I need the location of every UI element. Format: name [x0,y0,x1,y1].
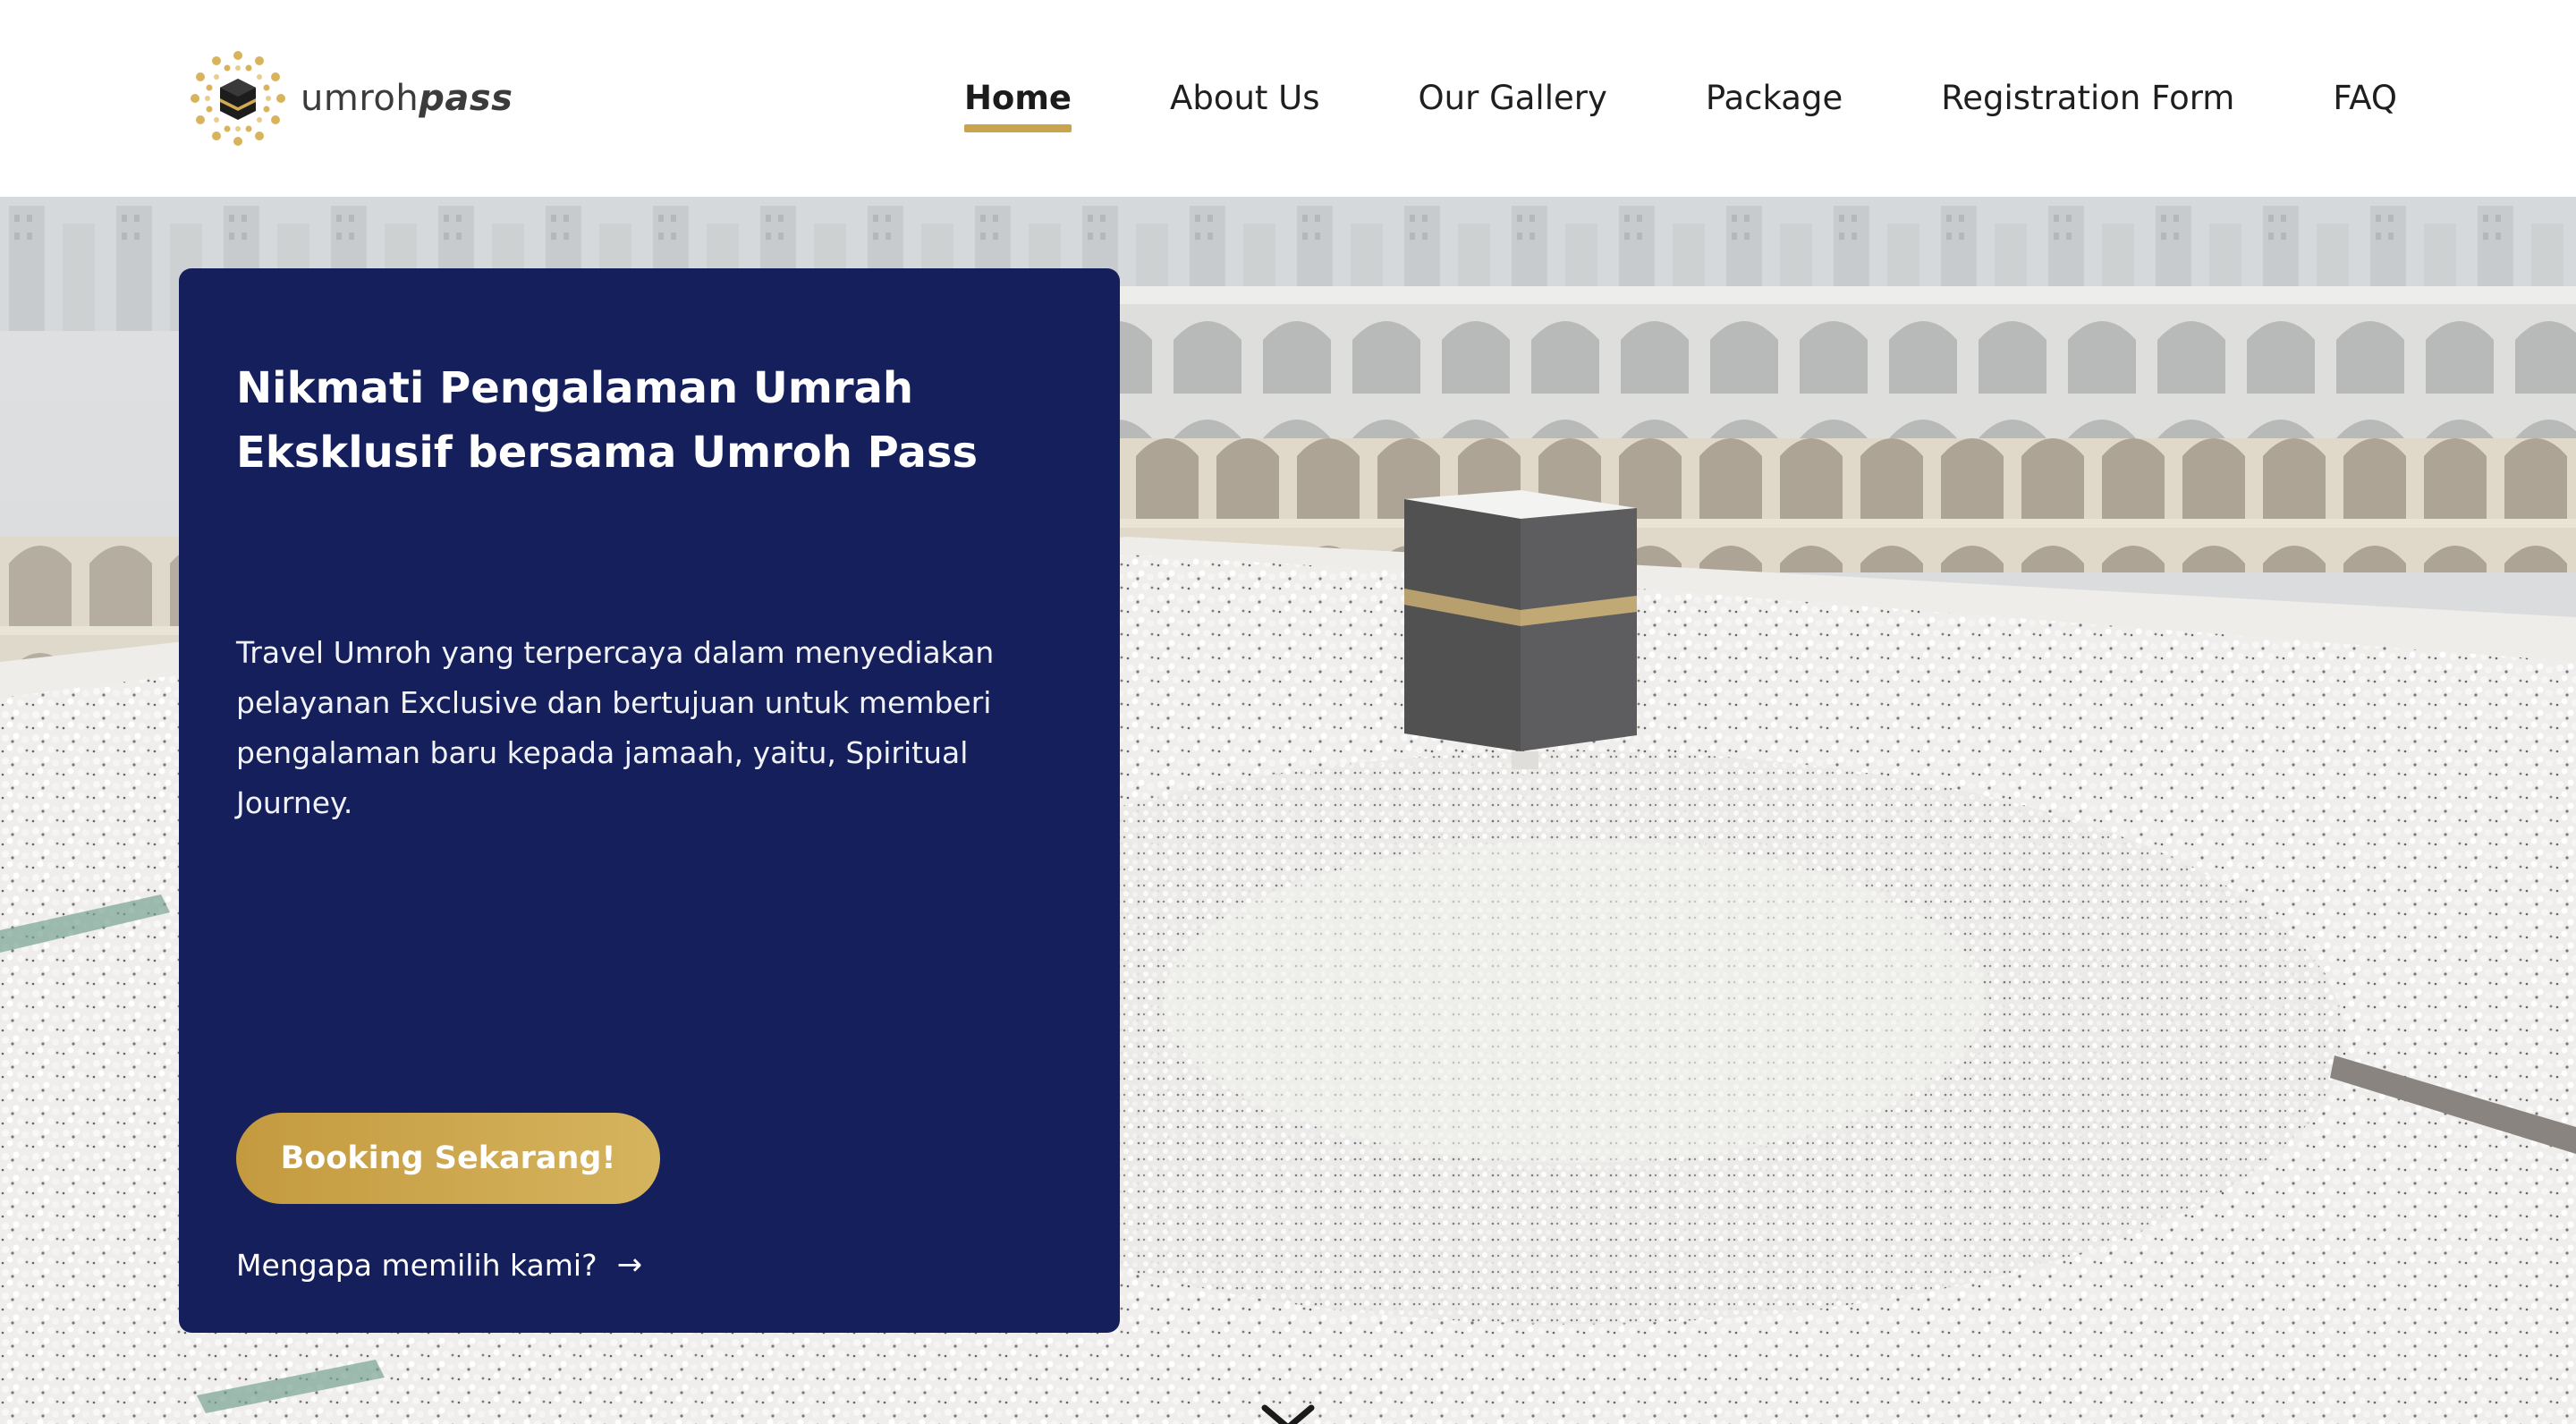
brand-wordmark-regular: umroh [301,78,419,119]
nav-our-gallery[interactable]: Our Gallery [1419,70,1607,127]
why-choose-us-label: Mengapa memilih kami? [236,1247,597,1283]
brand-wordmark: umrohpass [301,78,513,119]
why-choose-us-link[interactable]: Mengapa memilih kami? → [236,1240,642,1290]
nav-home[interactable]: Home [963,70,1072,132]
arrow-right-icon: → [616,1247,643,1283]
page: umrohpass Home About Us Our Gallery Pack… [0,0,2576,1424]
chevron-down-icon[interactable] [1261,1404,1315,1424]
site-header: umrohpass Home About Us Our Gallery Pack… [0,0,2576,197]
hero-title: Nikmati Pengalaman Umrah Eksklusif bersa… [236,363,979,478]
brand-wordmark-bold: pass [419,78,513,119]
kaaba-sunburst-icon [191,51,285,146]
nav-faq[interactable]: FAQ [2333,70,2397,127]
hero-description: Travel Umroh yang terpercaya dalam menye… [236,635,995,820]
nav-about-us[interactable]: About Us [1170,70,1320,127]
brand-logo[interactable]: umrohpass [186,47,513,150]
hero-section: Nikmati Pengalaman Umrah Eksklusif bersa… [0,197,2576,1424]
nav-package[interactable]: Package [1706,70,1843,127]
hero-card: Nikmati Pengalaman Umrah Eksklusif bersa… [179,268,1120,1333]
nav-registration-form[interactable]: Registration Form [1941,70,2234,127]
main-nav: Home About Us Our Gallery Package Regist… [963,70,2397,132]
booking-button[interactable]: Booking Sekarang! [236,1113,660,1204]
